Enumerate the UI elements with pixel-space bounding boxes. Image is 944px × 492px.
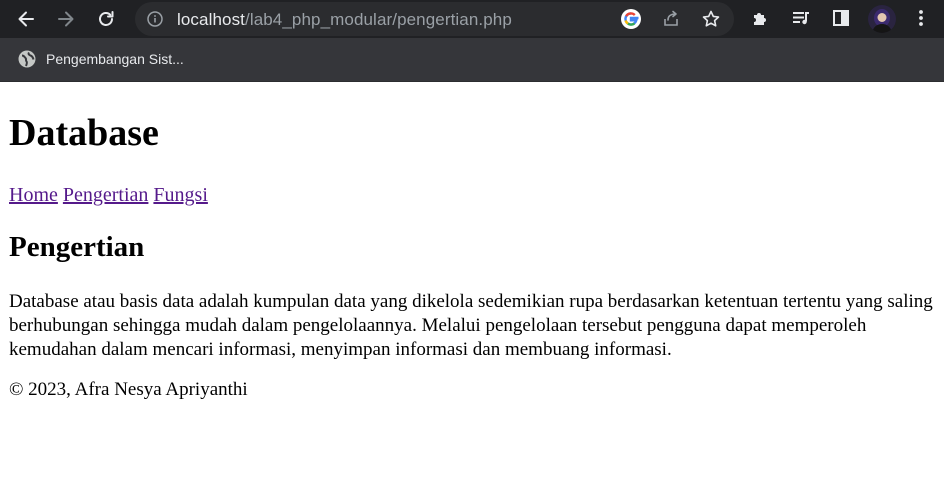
media-queue-icon[interactable] (790, 7, 812, 29)
nav-link-pengertian[interactable]: Pengertian (63, 184, 149, 206)
back-button[interactable] (12, 5, 40, 33)
back-arrow-icon (18, 11, 34, 27)
url-host: localhost (177, 10, 245, 29)
more-vert-icon[interactable] (910, 7, 932, 29)
side-panel-icon[interactable] (830, 7, 852, 29)
description-paragraph: Database atau basis data adalah kumpulan… (9, 291, 933, 360)
share-icon[interactable] (661, 9, 681, 29)
bookmark-item[interactable]: Pengembangan Sist... (10, 45, 192, 73)
forward-arrow-icon (58, 11, 74, 27)
section-heading: Pengertian (9, 231, 145, 263)
main-nav: Home Pengertian Fungsi (9, 183, 208, 207)
url-path: /lab4_php_modular/pengertian.php (245, 10, 512, 29)
forward-button[interactable] (52, 5, 80, 33)
url-text[interactable]: localhost/lab4_php_modular/pengertian.ph… (177, 10, 512, 30)
puzzle-extension-icon[interactable] (750, 7, 772, 29)
reload-icon (99, 11, 114, 26)
browser-toolbar: localhost/lab4_php_modular/pengertian.ph… (0, 0, 944, 38)
page-title: Database (9, 112, 159, 154)
star-icon[interactable] (701, 9, 721, 29)
nav-link-home[interactable]: Home (9, 184, 58, 206)
address-bar[interactable]: localhost/lab4_php_modular/pengertian.ph… (135, 2, 734, 36)
google-icon[interactable] (621, 9, 641, 29)
bookmarks-bar: Pengembangan Sist... (0, 38, 944, 82)
globe-icon (18, 50, 36, 68)
profile-avatar[interactable] (868, 5, 896, 33)
bookmark-label: Pengembangan Sist... (46, 51, 184, 67)
footer-text: © 2023, Afra Nesya Apriyanthi (9, 379, 248, 400)
nav-link-fungsi[interactable]: Fungsi (153, 184, 207, 206)
info-icon[interactable] (147, 11, 163, 32)
reload-button[interactable] (92, 5, 120, 33)
